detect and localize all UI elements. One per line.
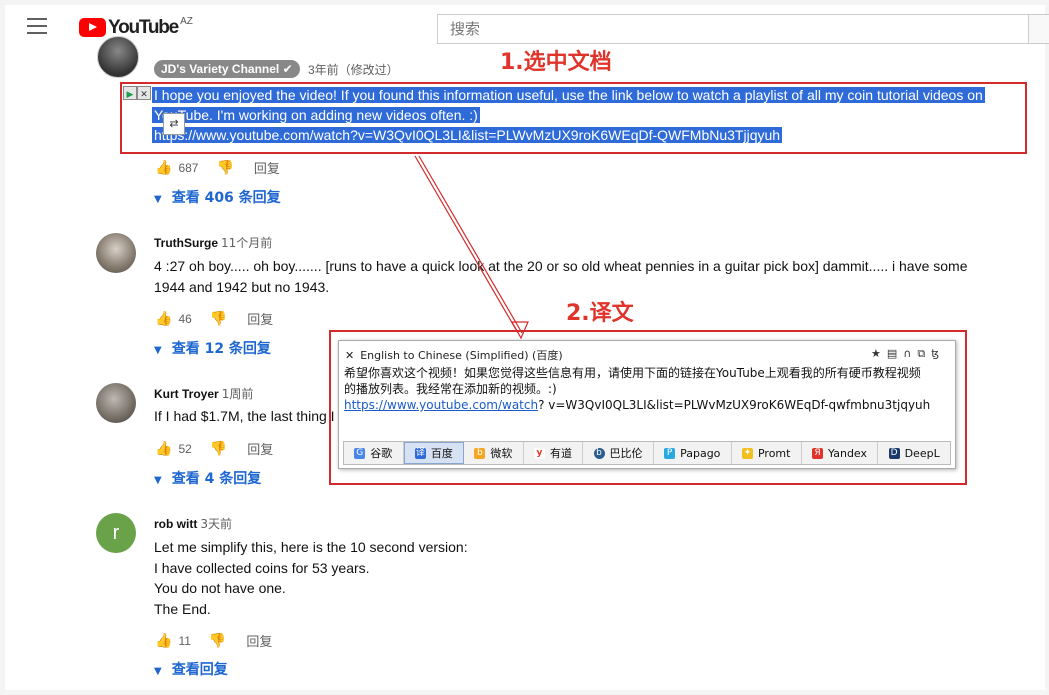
avatar[interactable] bbox=[96, 383, 136, 423]
comment-text-line: I hope you enjoyed the video! If you fou… bbox=[152, 87, 985, 103]
dislike-icon[interactable]: 👎 bbox=[216, 159, 233, 176]
reply-button[interactable]: 回复 bbox=[247, 439, 273, 458]
dislike-icon[interactable]: 👎 bbox=[210, 440, 227, 457]
youdao-icon: y bbox=[533, 447, 545, 459]
popup-title: English to Chinese (Simplified) (百度) bbox=[360, 349, 563, 362]
babylon-icon: b bbox=[593, 447, 605, 459]
popup-tools: ★▤∩⧉ꜩ bbox=[871, 347, 945, 361]
comment-author[interactable]: Kurt Troyer 1周前 bbox=[154, 385, 253, 402]
like-count: 11 bbox=[178, 633, 191, 648]
engine-yandex[interactable]: Я Yandex bbox=[802, 442, 879, 464]
comment-actions: 👍 46 👎 回复 bbox=[155, 309, 273, 328]
comment-text: 4 :27 oh boy..... oh boy....... [runs to… bbox=[154, 258, 968, 295]
verified-icon: ✔ bbox=[282, 62, 293, 76]
star-icon[interactable]: ★ bbox=[871, 347, 887, 360]
comment-text: If I had $1.7M, the last thing I bbox=[154, 408, 335, 424]
comment-text-line: YouTube. I'm working on adding new video… bbox=[152, 107, 480, 123]
translation-popup: ✕ English to Chinese (Simplified) (百度) ★▤… bbox=[338, 340, 956, 469]
avatar[interactable]: r bbox=[96, 513, 136, 553]
chevron-down-icon: ▼ bbox=[154, 345, 162, 356]
comment-link[interactable]: https://www.youtube.com/watch?v=W3QvI0QL… bbox=[152, 125, 783, 145]
bing-icon: b bbox=[474, 447, 486, 459]
popup-header: ✕ English to Chinese (Simplified) (百度) bbox=[345, 347, 563, 363]
play-icon: ▶ bbox=[123, 86, 137, 100]
engine-baidu[interactable]: 译百度 bbox=[403, 442, 465, 464]
papago-icon: P bbox=[664, 447, 676, 459]
like-icon[interactable]: 👍 bbox=[155, 310, 172, 327]
chevron-down-icon: ▼ bbox=[154, 475, 162, 486]
copy-icon[interactable]: ▤ bbox=[887, 347, 903, 360]
listen-icon[interactable]: ∩ bbox=[903, 347, 917, 360]
chevron-down-icon: ▼ bbox=[154, 666, 162, 677]
annotation-step2: 2.译文 bbox=[566, 301, 634, 326]
translate-float-icon[interactable]: ⇄ bbox=[163, 113, 185, 135]
comment-text: Let me simplify this, here is the 10 sec… bbox=[154, 539, 468, 617]
reply-button[interactable]: 回复 bbox=[254, 158, 280, 177]
avatar[interactable] bbox=[96, 233, 136, 273]
comment-actions: 👍 52 👎 回复 bbox=[155, 439, 273, 458]
like-count: 52 bbox=[178, 441, 192, 456]
font-icon[interactable]: ꜩ bbox=[931, 347, 945, 360]
like-count: 46 bbox=[178, 311, 192, 326]
view-replies-button[interactable]: ▼ 查看 406 条回复 bbox=[154, 187, 281, 207]
comment-author[interactable]: rob witt 3天前 bbox=[154, 515, 232, 532]
menu-icon[interactable] bbox=[27, 18, 47, 39]
like-count: 687 bbox=[178, 160, 199, 175]
translator-toolbar-icon[interactable]: ▶ ✕ bbox=[123, 86, 153, 100]
dislike-icon[interactable]: 👎 bbox=[209, 632, 226, 649]
translation-text: 希望你喜欢这个视频！如果您觉得这些信息有用，请使用下面的链接在YouTube上观… bbox=[344, 366, 931, 412]
engine-youdao[interactable]: y 有道 bbox=[524, 442, 584, 464]
reply-button[interactable]: 回复 bbox=[246, 631, 272, 650]
comment-time: 11个月前 bbox=[221, 236, 273, 250]
engine-papago[interactable]: P Papago bbox=[654, 442, 732, 464]
deepl-icon: D bbox=[888, 447, 900, 459]
comment-time: 1周前 bbox=[221, 387, 254, 401]
comment-actions: 👍 11 👎 回复 bbox=[155, 631, 272, 650]
like-icon[interactable]: 👍 bbox=[155, 632, 172, 649]
window-icon[interactable]: ⧉ bbox=[917, 347, 931, 360]
close-icon[interactable]: ✕ bbox=[345, 349, 354, 362]
dislike-icon[interactable]: 👎 bbox=[210, 310, 227, 327]
comment-author[interactable]: TruthSurge 11个月前 bbox=[154, 234, 272, 251]
baidu-icon: 译 bbox=[414, 447, 426, 459]
translation-link[interactable]: https://www.youtube.com/watch bbox=[344, 398, 538, 412]
google-icon: G bbox=[354, 447, 366, 459]
chevron-down-icon: ▼ bbox=[154, 194, 162, 205]
engine-tabs: G 谷歌 译百度 b 微软 y 有道 b 巴比伦 P Papago ✦ Promt Я Yan… bbox=[343, 441, 951, 465]
engine-promt[interactable]: ✦ Promt bbox=[732, 442, 802, 464]
youtube-play-icon bbox=[79, 18, 106, 37]
reply-button[interactable]: 回复 bbox=[247, 309, 273, 328]
close-icon: ✕ bbox=[137, 86, 151, 100]
view-replies-button[interactable]: ▼ 查看 12 条回复 bbox=[154, 338, 271, 358]
engine-google[interactable]: G 谷歌 bbox=[344, 442, 404, 464]
logo-country: AZ bbox=[180, 16, 193, 27]
author-badge[interactable]: JD's Variety Channel ✔ bbox=[154, 60, 300, 78]
view-replies-button[interactable]: ▼ 查看 4 条回复 bbox=[154, 468, 261, 488]
view-replies-button[interactable]: ▼ 查看回复 bbox=[154, 659, 228, 679]
comment-time: 3年前（修改过） bbox=[308, 63, 399, 77]
avatar[interactable] bbox=[97, 36, 139, 78]
like-icon[interactable]: 👍 bbox=[155, 159, 172, 176]
engine-deepl[interactable]: D DeepL bbox=[878, 442, 950, 464]
comment-actions: 👍 687 👎 回复 bbox=[155, 158, 280, 177]
comment-author: JD's Variety Channel bbox=[161, 62, 280, 76]
annotation-step1: 1.选中文档 bbox=[500, 50, 612, 75]
engine-microsoft[interactable]: b 微软 bbox=[464, 442, 524, 464]
comment-time: 3天前 bbox=[200, 517, 232, 531]
promt-icon: ✦ bbox=[741, 447, 753, 459]
youtube-logo[interactable]: YouTube AZ bbox=[79, 16, 193, 38]
logo-text: YouTube bbox=[108, 17, 179, 38]
yandex-icon: Я bbox=[812, 447, 824, 459]
engine-babylon[interactable]: b 巴比伦 bbox=[583, 442, 654, 464]
search-input[interactable]: 搜索 bbox=[437, 14, 1037, 44]
like-icon[interactable]: 👍 bbox=[155, 440, 172, 457]
search-button[interactable] bbox=[1028, 14, 1049, 44]
